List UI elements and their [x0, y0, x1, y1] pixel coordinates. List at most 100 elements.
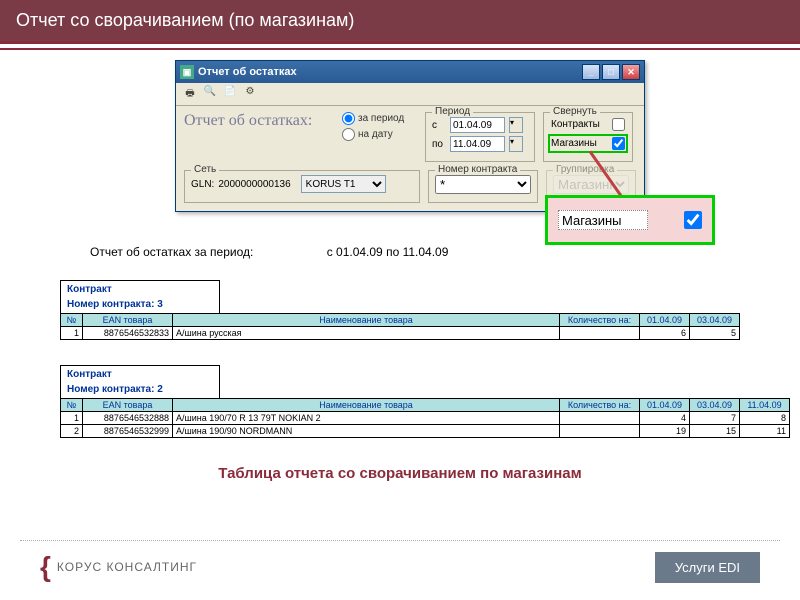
cell: 8 [740, 412, 790, 425]
contract-select[interactable]: * [435, 175, 531, 194]
callout-zoom [545, 195, 715, 245]
form-body: Отчет об остатках: за период на дату Пер… [176, 106, 644, 170]
network-select[interactable]: KORUS T1 [301, 175, 386, 193]
contract-legend: Номер контракта [435, 164, 520, 175]
footer-tag: Услуги EDI [655, 552, 760, 583]
report-title-row: Отчет об остатках за период: с 01.04.09 … [90, 245, 448, 259]
cell: 8876546532999 [83, 425, 173, 438]
date-from-input[interactable] [450, 117, 505, 133]
contract-group: Номер контракта * [428, 170, 538, 203]
col-ean: EAN товара [83, 314, 173, 327]
logo-mark-icon: { [40, 551, 51, 583]
cell: 4 [640, 412, 690, 425]
contract-num-2: Номер контракта: 2 [63, 383, 217, 396]
cell: 6 [640, 327, 690, 340]
settings-icon[interactable]: ⚙ [242, 86, 258, 102]
radio-period[interactable] [342, 112, 355, 125]
collapse-legend: Свернуть [550, 106, 600, 117]
radio-date[interactable] [342, 128, 355, 141]
cell: 19 [640, 425, 690, 438]
cell: А/шина русская [173, 327, 560, 340]
window-titlebar: ▣ Отчет об остатках _ □ ✕ [176, 61, 644, 83]
report-section-1: Контракт Номер контракта: 3 № EAN товара… [60, 280, 740, 340]
cell: 5 [690, 327, 740, 340]
cell: А/шина 190/70 R 13 79T NOKIAN 2 [173, 412, 560, 425]
window-icon: ▣ [180, 65, 194, 79]
report-section-2: Контракт Номер контракта: 2 № EAN товара… [60, 365, 790, 438]
contract-num-1: Номер контракта: 3 [63, 298, 217, 311]
preview-icon[interactable]: 🔍 [202, 86, 218, 102]
window-title: Отчет об остатках [198, 66, 297, 78]
print-icon[interactable]: 🖶 [182, 86, 198, 102]
contract-label-2: Контракт [63, 368, 217, 381]
col-ean: EAN товара [83, 399, 173, 412]
company-logo: { КОРУС КОНСАЛТИНГ [40, 551, 197, 583]
cell: 7 [690, 412, 740, 425]
col-d2: 03.04.09 [690, 399, 740, 412]
contract-label-1: Контракт [63, 283, 217, 296]
callout-checkbox[interactable] [684, 211, 702, 229]
col-d1: 01.04.09 [640, 314, 690, 327]
col-num: № [61, 399, 83, 412]
collapse-group: Свернуть Контракты Магазины [543, 112, 633, 162]
form-title: Отчет об остатках: [184, 112, 334, 130]
cell: А/шина 190/90 NORDMANN [173, 425, 560, 438]
cell: 8876546532888 [83, 412, 173, 425]
radio-period-label: за период [358, 113, 404, 124]
date-to-label: по [432, 139, 446, 150]
cell: 8876546532833 [83, 327, 173, 340]
report-dates: с 01.04.09 по 11.04.09 [327, 245, 449, 259]
gln-value: 2000000000136 [218, 179, 290, 190]
table-row: 1 8876546532888 А/шина 190/70 R 13 79T N… [61, 412, 790, 425]
data-table-2: № EAN товара Наименование товара Количес… [60, 398, 790, 438]
report-window: ▣ Отчет об остатках _ □ ✕ 🖶 🔍 📄 ⚙ Отчет … [175, 60, 645, 212]
cell: 11 [740, 425, 790, 438]
period-group: Период с ▾ по ▾ [425, 112, 535, 162]
date-from-picker[interactable]: ▾ [509, 117, 523, 133]
radio-date-label: на дату [358, 129, 393, 140]
close-button[interactable]: ✕ [622, 64, 640, 80]
maximize-button[interactable]: □ [602, 64, 620, 80]
col-qty: Количество на: [560, 399, 640, 412]
radio-group: за период на дату [342, 112, 417, 162]
footer: { КОРУС КОНСАЛТИНГ Услуги EDI [0, 540, 800, 600]
export-icon[interactable]: 📄 [222, 86, 238, 102]
cell: 1 [61, 327, 83, 340]
form-left-column: Отчет об остатках: [184, 112, 334, 162]
gln-label: GLN: [191, 179, 214, 190]
date-to-input[interactable] [450, 136, 505, 152]
window-toolbar: 🖶 🔍 📄 ⚙ [176, 83, 644, 106]
report-title: Отчет об остатках за период: [90, 245, 253, 259]
col-d2: 03.04.09 [690, 314, 740, 327]
cell [560, 327, 640, 340]
network-group: Сеть GLN: 2000000000136 KORUS T1 [184, 170, 420, 203]
date-to-picker[interactable]: ▾ [509, 136, 523, 152]
header-underline [0, 48, 800, 50]
cell [560, 425, 640, 438]
col-d1: 01.04.09 [640, 399, 690, 412]
period-legend: Период [432, 106, 473, 117]
col-qty: Количество на: [560, 314, 640, 327]
cell: 1 [61, 412, 83, 425]
window-controls: _ □ ✕ [582, 64, 640, 80]
table-row: 1 8876546532833 А/шина русская 6 5 [61, 327, 740, 340]
minimize-button[interactable]: _ [582, 64, 600, 80]
company-name: КОРУС КОНСАЛТИНГ [57, 560, 197, 574]
slide-title: Отчет со сворачиванием (по магазинам) [0, 0, 800, 44]
cell: 15 [690, 425, 740, 438]
table-caption: Таблица отчета со сворачиванием по магаз… [0, 465, 800, 482]
collapse-stores-checkbox[interactable] [612, 137, 625, 150]
collapse-contracts-checkbox[interactable] [612, 118, 625, 131]
col-num: № [61, 314, 83, 327]
callout-input[interactable] [558, 210, 648, 230]
cell: 2 [61, 425, 83, 438]
col-name: Наименование товара [173, 314, 560, 327]
col-name: Наименование товара [173, 399, 560, 412]
table-row: 2 8876546532999 А/шина 190/90 NORDMANN 1… [61, 425, 790, 438]
collapse-stores-label: Магазины [551, 138, 597, 149]
data-table-1: № EAN товара Наименование товара Количес… [60, 313, 740, 340]
cell [560, 412, 640, 425]
network-legend: Сеть [191, 164, 219, 175]
footer-divider [20, 540, 780, 541]
collapse-contracts-label: Контракты [551, 119, 600, 130]
